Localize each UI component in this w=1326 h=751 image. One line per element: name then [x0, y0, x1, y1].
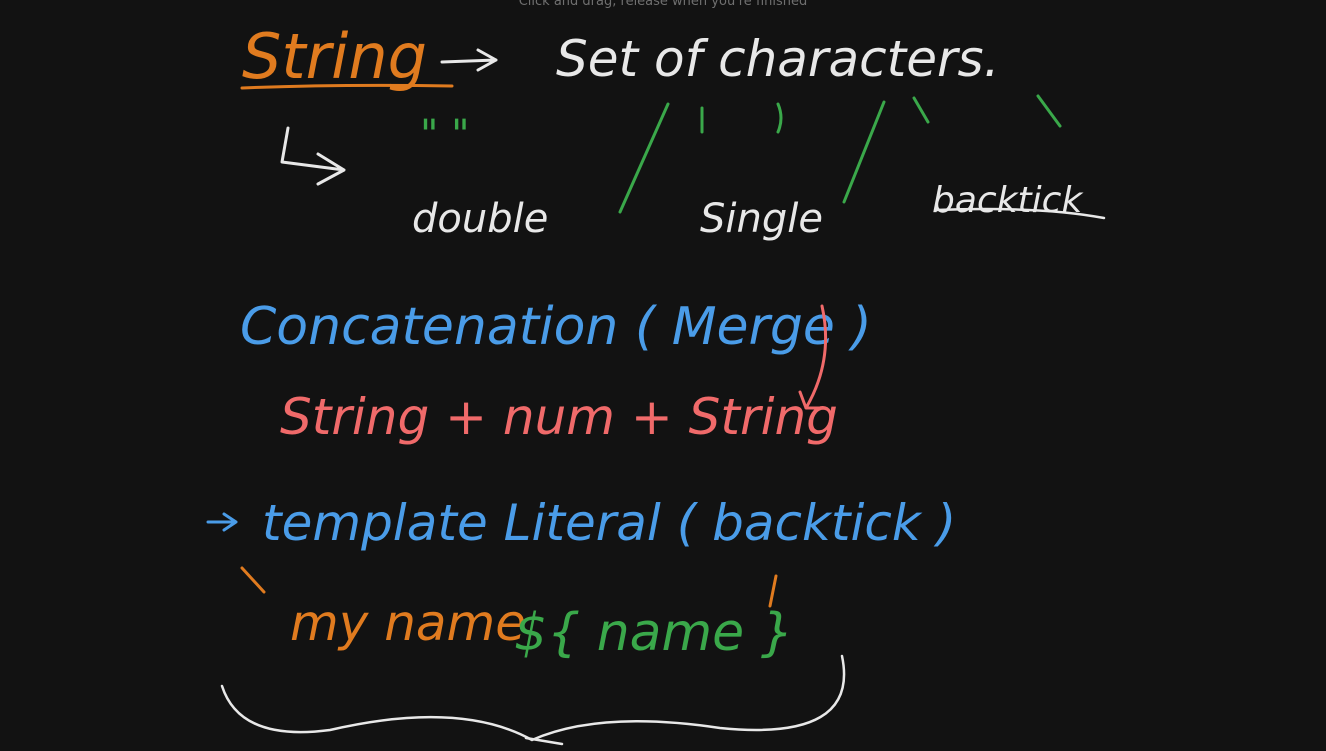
string-heading: String — [242, 20, 427, 93]
label-backtick: backtick — [932, 180, 1084, 221]
double-quote-marks: " " — [420, 112, 470, 158]
template-literal-heading: template Literal ( backtick ) — [262, 494, 956, 552]
concatenation-heading: Concatenation ( Merge ) — [240, 297, 872, 357]
example-placeholder: ${ name } — [514, 603, 794, 663]
grouping-brace — [220, 654, 846, 742]
single-quote-stroke-b — [776, 102, 783, 134]
quote-divider-right — [842, 100, 886, 204]
example-backtick-left — [240, 566, 266, 594]
backtick-stroke-a — [912, 96, 930, 124]
bend-arrow — [280, 126, 346, 186]
whiteboard-canvas[interactable]: Click and drag, release when you're fini… — [0, 0, 1326, 751]
label-double: double — [412, 196, 548, 242]
ink-layer: String Set of characters. " " double Sin… — [206, 20, 1106, 746]
example-backtick-right — [768, 574, 778, 608]
concat-expression: String + num + String — [280, 388, 838, 446]
backtick-stroke-b — [1036, 94, 1062, 128]
label-single: Single — [700, 196, 823, 242]
quote-divider-left — [618, 102, 670, 214]
example-text: my name — [290, 594, 526, 652]
arrow-to-definition — [440, 48, 498, 72]
template-arrow — [206, 512, 238, 532]
set-of-characters: Set of characters. — [556, 30, 999, 88]
